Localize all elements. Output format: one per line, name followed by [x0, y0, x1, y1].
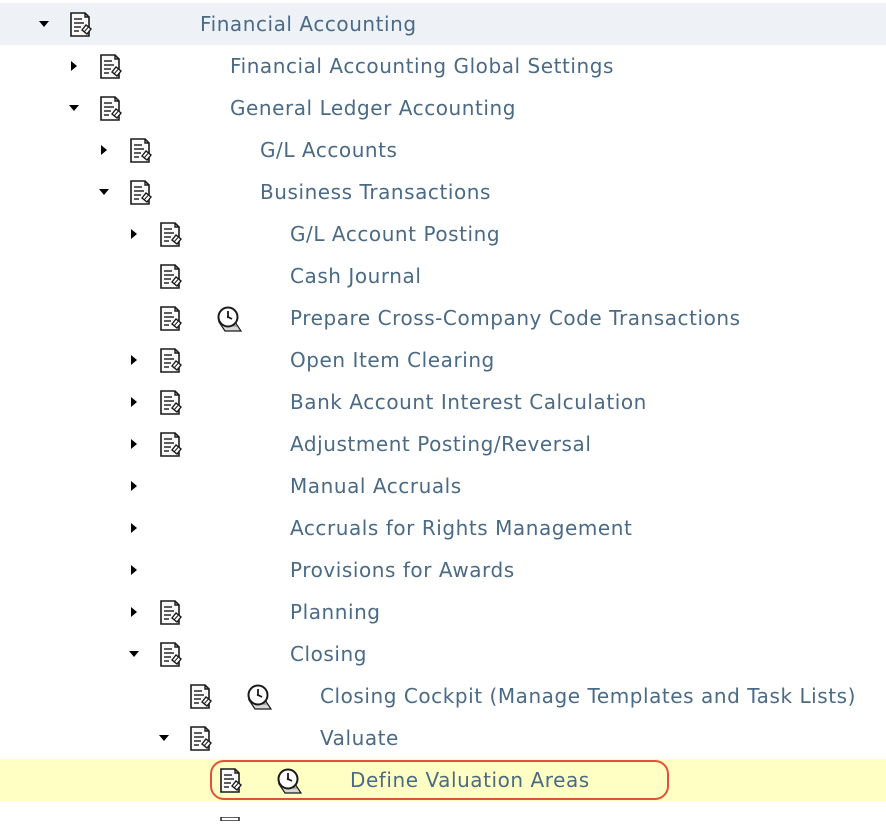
tree-node-define-valuation-areas[interactable]: Define Valuation Areas	[0, 759, 886, 801]
document-icon-partial	[218, 806, 244, 822]
document-icon	[217, 767, 245, 795]
document-icon	[187, 683, 215, 711]
tree-node-planning[interactable]: Planning	[0, 591, 886, 633]
tree-node-gl-accounts[interactable]: G/L Accounts	[0, 129, 886, 171]
clock-icon[interactable]	[213, 305, 247, 333]
triangle-right-icon[interactable]	[128, 564, 140, 576]
tree-node-label: Open Item Clearing	[290, 348, 495, 372]
tree-node-general-ledger[interactable]: General Ledger Accounting	[0, 87, 886, 129]
triangle-right-icon[interactable]	[128, 228, 140, 240]
tree-node-provisions-awards[interactable]: Provisions for Awards	[0, 549, 886, 591]
document-icon	[127, 137, 155, 165]
tree-node-label: Business Transactions	[260, 180, 491, 204]
tree-node-label: Cash Journal	[290, 264, 422, 288]
tree-node-fa-global-settings[interactable]: Financial Accounting Global Settings	[0, 45, 886, 87]
tree-node-label: Accruals for Rights Management	[290, 516, 633, 540]
tree-node-label: Provisions for Awards	[290, 558, 515, 582]
tree-node-open-item-clearing[interactable]: Open Item Clearing	[0, 339, 886, 381]
tree-node-label: Closing Cockpit (Manage Templates and Ta…	[320, 684, 856, 708]
triangle-right-icon[interactable]	[128, 396, 140, 408]
document-icon	[157, 305, 185, 333]
tree-node-closing[interactable]: Closing	[0, 633, 886, 675]
tree-node-closing-cockpit[interactable]: Closing Cockpit (Manage Templates and Ta…	[0, 675, 886, 717]
triangle-down-icon[interactable]	[68, 102, 80, 114]
document-icon	[187, 725, 215, 753]
tree-node-label: Manual Accruals	[290, 474, 462, 498]
tree-node-label: Closing	[290, 642, 367, 666]
tree-node-bank-interest[interactable]: Bank Account Interest Calculation	[0, 381, 886, 423]
triangle-right-icon[interactable]	[128, 606, 140, 618]
document-icon	[157, 221, 185, 249]
tree-node-cash-journal[interactable]: Cash Journal	[0, 255, 886, 297]
document-icon	[97, 95, 125, 123]
triangle-right-icon[interactable]	[128, 438, 140, 450]
triangle-down-icon[interactable]	[158, 732, 170, 744]
document-icon	[67, 11, 95, 39]
document-icon	[157, 263, 185, 291]
document-icon	[157, 431, 185, 459]
document-icon	[157, 641, 185, 669]
tree-node-label: Adjustment Posting/Reversal	[290, 432, 592, 456]
triangle-down-icon[interactable]	[128, 648, 140, 660]
tree-node-label: Planning	[290, 600, 381, 624]
triangle-right-icon[interactable]	[128, 354, 140, 366]
document-icon	[97, 53, 125, 81]
tree-node-valuate[interactable]: Valuate	[0, 717, 886, 759]
tree-node-business-transactions[interactable]: Business Transactions	[0, 171, 886, 213]
document-icon	[127, 179, 155, 207]
triangle-right-icon[interactable]	[128, 522, 140, 534]
tree-node-label: G/L Accounts	[260, 138, 398, 162]
triangle-down-icon[interactable]	[98, 186, 110, 198]
tree-node-adjustment-posting[interactable]: Adjustment Posting/Reversal	[0, 423, 886, 465]
tree-node-label: General Ledger Accounting	[230, 96, 516, 120]
triangle-right-icon[interactable]	[98, 144, 110, 156]
document-icon	[157, 347, 185, 375]
triangle-right-icon[interactable]	[68, 60, 80, 72]
triangle-right-icon[interactable]	[128, 480, 140, 492]
img-tree: Financial Accounting Financial Accountin…	[0, 0, 886, 822]
document-icon	[157, 389, 185, 417]
tree-node-label: Define Valuation Areas	[350, 768, 590, 792]
tree-node-label: Financial Accounting Global Settings	[230, 54, 614, 78]
tree-node-financial-accounting[interactable]: Financial Accounting	[0, 3, 886, 45]
tree-node-gl-account-posting[interactable]: G/L Account Posting	[0, 213, 886, 255]
document-icon	[157, 599, 185, 627]
tree-node-label: Financial Accounting	[200, 12, 417, 36]
tree-node-label: Bank Account Interest Calculation	[290, 390, 647, 414]
clock-icon[interactable]	[273, 767, 307, 795]
tree-node-label: G/L Account Posting	[290, 222, 501, 246]
tree-node-label: Valuate	[320, 726, 399, 750]
tree-node-manual-accruals[interactable]: Manual Accruals	[0, 465, 886, 507]
triangle-down-icon[interactable]	[38, 18, 50, 30]
tree-node-accruals-rights[interactable]: Accruals for Rights Management	[0, 507, 886, 549]
clock-icon[interactable]	[243, 683, 277, 711]
tree-node-label: Prepare Cross-Company Code Transactions	[290, 306, 741, 330]
tree-node-cross-company[interactable]: Prepare Cross-Company Code Transactions	[0, 297, 886, 339]
